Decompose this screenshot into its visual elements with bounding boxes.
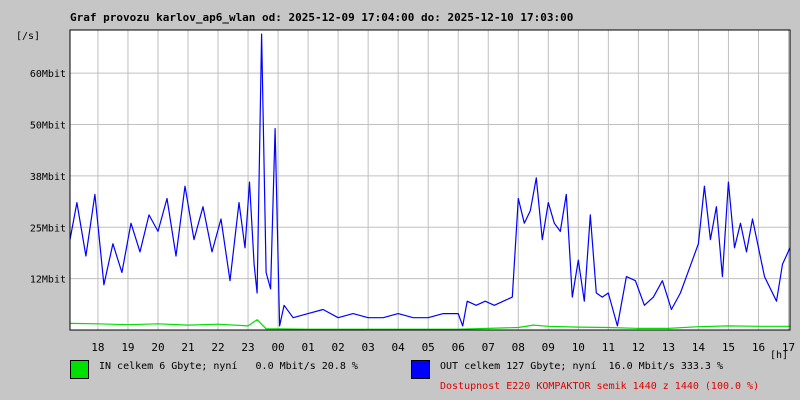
x-tick-label: 19 — [121, 341, 134, 354]
legend-in-swatch — [70, 360, 89, 379]
x-tick-label: 06 — [452, 341, 465, 354]
x-tick-label: 08 — [512, 341, 525, 354]
y-tick-label: 38Mbit — [30, 172, 66, 183]
y-tick-labels: 12Mbit 25Mbit 38Mbit 50Mbit 60Mbit — [30, 69, 66, 285]
x-tick-label: 13 — [662, 341, 675, 354]
x-tick-label: 07 — [482, 341, 495, 354]
x-tick-label: 03 — [362, 341, 375, 354]
legend-out-text: OUT celkem 127 Gbyte; nyní 16.0 Mbit/s 3… — [440, 361, 723, 372]
x-tick-label: 11 — [602, 341, 615, 354]
x-tick-label: 20 — [151, 341, 164, 354]
x-tick-label: 00 — [271, 341, 284, 354]
x-tick-label: 22 — [211, 341, 224, 354]
x-tick-label: 21 — [181, 341, 194, 354]
x-tick-label: 16 — [752, 341, 765, 354]
x-tick-label: 15 — [722, 341, 735, 354]
x-tick-label: 10 — [572, 341, 585, 354]
x-tick-label: 18 — [91, 341, 104, 354]
legend-out-swatch — [411, 360, 430, 379]
y-tick-label: 60Mbit — [30, 69, 66, 80]
x-tick-label: 23 — [241, 341, 254, 354]
x-tick-label: 04 — [392, 341, 406, 354]
x-tick-label: 12 — [632, 341, 645, 354]
x-tick-label: 09 — [542, 341, 555, 354]
availability-text: Dostupnost E220 KOMPAKTOR semik 1440 z 1… — [440, 381, 760, 392]
y-tick-label: 50Mbit — [30, 121, 66, 132]
x-tick-label: 01 — [301, 341, 314, 354]
legend-in-text: IN celkem 6 Gbyte; nyní 0.0 Mbit/s 20.8 … — [99, 361, 358, 372]
y-tick-label: 25Mbit — [30, 223, 66, 234]
x-tick-label: 17 — [782, 341, 795, 354]
x-tick-labels: 18 19 20 21 22 23 00 01 02 03 04 05 06 07 08 09 10 11 12 13… — [91, 341, 795, 354]
x-tick-label: 14 — [692, 341, 706, 354]
traffic-chart: 12Mbit 25Mbit 38Mbit 50Mbit 60Mbit 18 19 20 21 2… — [30, 29, 795, 354]
y-tick-label: 12Mbit — [30, 275, 66, 286]
x-tick-label: 05 — [422, 341, 435, 354]
x-tick-label: 02 — [331, 341, 344, 354]
plot-area — [70, 30, 790, 330]
